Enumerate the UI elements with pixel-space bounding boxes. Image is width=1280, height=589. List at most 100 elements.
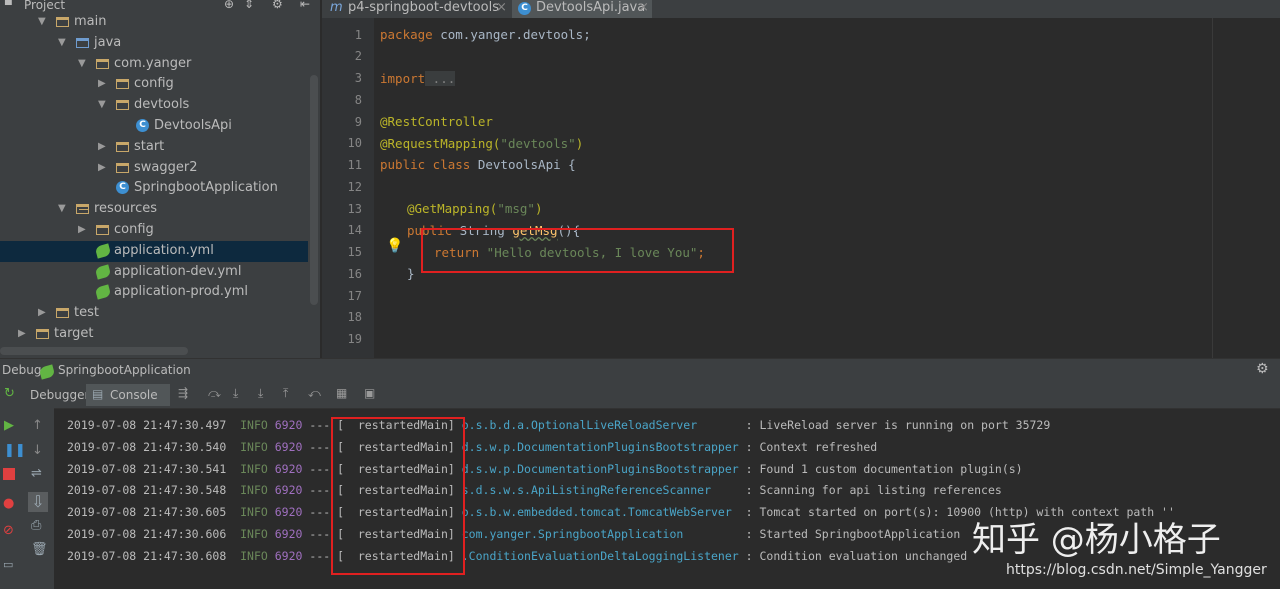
log-separator: --- [309,461,331,476]
folder-icon [96,225,109,235]
hide-icon[interactable]: ⇤ [300,0,310,11]
scroll-to-end-icon[interactable]: ⇩ [28,492,48,512]
log-separator: --- [309,483,331,498]
log-timestamp: 2019-07-08 21:47:30.540 [67,439,227,454]
expand-right-icon[interactable]: ▶ [98,162,106,173]
tree-item-label: start [134,138,165,154]
gear-icon[interactable]: ⚙ [272,0,283,11]
threads-icon[interactable]: ⇶ [178,386,188,400]
expand-right-icon[interactable]: ▶ [38,307,46,318]
mute-breakpoints-icon[interactable]: ⊘ [3,523,14,538]
evaluate-icon[interactable]: ▦ [336,386,347,400]
spring-yml-icon [94,243,112,259]
collapse-icon[interactable]: ⇕ [244,0,254,11]
expand-right-icon[interactable]: ▶ [78,224,86,235]
line-number: 19 [347,332,362,346]
trash-icon[interactable]: 🗑 [31,542,48,557]
log-message: : Started SpringbootApplication [745,527,961,541]
code-line-3: import ... [380,71,456,86]
tree-item[interactable]: application-dev.yml [0,262,308,283]
tab-devtoolsapi-java[interactable]: C DevtoolsApi.java × [512,0,652,18]
up-arrow-icon[interactable]: ↑ [32,418,43,433]
step-out-icon[interactable]: ⤒ [283,386,288,401]
tab-label: p4-springboot-devtools [348,0,499,15]
code-line-10: @RequestMapping("devtools") [380,136,584,151]
view-breakpoints-icon[interactable]: ● [3,496,14,511]
tree-item[interactable]: ▼ main [0,12,308,33]
log-logger: d.s.w.p.DocumentationPluginsBootstrapper [461,461,739,476]
project-vertical-scrollbar[interactable] [310,75,318,305]
force-step-into-icon[interactable]: ⤓ [258,386,263,401]
right-margin-guide [1212,18,1213,358]
code-line-9: @RestController [380,114,493,129]
tree-item-label: target [54,326,94,341]
tree-item-label: main [74,14,107,29]
down-arrow-icon[interactable]: ↓ [32,443,43,458]
highlight-box-thread [331,417,465,575]
expand-down-icon[interactable]: ▼ [38,16,46,27]
step-into-icon[interactable]: ⤓ [233,386,238,401]
tree-item[interactable]: ▼ devtools [0,95,308,116]
stop-icon[interactable] [3,468,15,480]
expand-down-icon[interactable]: ▼ [58,203,66,214]
log-level: INFO [240,548,268,563]
print-icon[interactable]: ⎙ [31,518,41,533]
debug-config-name[interactable]: SpringbootApplication [58,363,191,377]
resume-icon[interactable]: ▶ [4,418,14,433]
tree-item-label: SpringbootApplication [134,180,278,196]
console-line: 2019-07-08 21:47:30.540 INFO 6920 --- [ … [67,440,877,454]
line-number: 11 [347,158,362,172]
tree-item[interactable]: ▶ config [0,220,308,241]
tree-item[interactable]: ▶ test [0,303,308,324]
project-icon: ■ [4,0,13,7]
drop-frame-icon[interactable]: ⤺ [308,386,321,401]
console-line: 2019-07-08 21:47:30.548 INFO 6920 --- [ … [67,483,1002,497]
tree-item[interactable]: ▼ java [0,33,308,54]
lightbulb-icon[interactable]: 💡 [386,238,403,254]
tree-item[interactable]: ▼ com.yanger [0,54,308,75]
close-icon[interactable]: × [638,0,649,16]
folder-icon [116,141,129,152]
expand-right-icon[interactable]: ▶ [98,141,106,152]
target-icon[interactable]: ⊕ [224,0,234,11]
expand-down-icon[interactable]: ▼ [78,58,86,69]
line-number: 14 [347,223,362,237]
tree-item[interactable]: application.yml [0,240,308,262]
expand-right-icon[interactable]: ▶ [98,78,106,89]
spring-yml-icon [94,263,112,280]
project-horizontal-scrollbar[interactable] [0,347,188,355]
step-over-icon[interactable]: ⤼ [208,386,221,401]
close-icon[interactable]: × [496,0,507,16]
expand-down-icon[interactable]: ▼ [98,99,106,110]
log-message: : Found 1 custom documentation plugin(s) [745,461,1023,476]
tree-item[interactable]: application-prod.yml [0,282,308,303]
tab-debugger[interactable]: Debugger [30,388,89,402]
log-separator: --- [309,505,331,520]
editor-gutter: 1 2 3 8 9 10 11 12 13 14 15 16 17 18 19 [322,18,374,358]
tree-item[interactable]: ▶ config [0,74,308,95]
gear-icon[interactable]: ⚙ [1256,361,1269,377]
highlight-box-return [421,228,734,273]
log-separator: --- [309,439,331,454]
log-pid: 6920 [274,439,303,454]
camera-icon[interactable]: ▭ [3,558,13,571]
tree-item[interactable]: C DevtoolsApi [0,116,308,137]
tree-item-label: application-dev.yml [114,263,242,279]
log-timestamp: 2019-07-08 21:47:30.548 [67,483,227,498]
folder-icon [76,37,89,48]
soft-wrap-icon[interactable]: ⇌ [31,466,42,481]
layout-icon[interactable]: ▣ [364,386,375,400]
tab-console-label: Console [110,388,158,402]
pause-icon[interactable]: ❚❚ [4,443,26,458]
tree-item-label: DevtoolsApi [154,118,232,133]
tree-item[interactable]: ▼ resources [0,199,308,220]
expand-right-icon[interactable]: ▶ [18,328,26,339]
tree-item[interactable]: C SpringbootApplication [0,178,308,199]
tree-item[interactable]: ▶ target [0,324,308,345]
expand-down-icon[interactable]: ▼ [58,37,66,48]
rerun-icon[interactable]: ↻ [4,386,15,401]
tab-p4-springboot-devtools[interactable]: m p4-springboot-devtools × [326,0,510,18]
tree-item[interactable]: ▶ swagger2 [0,158,308,179]
tree-item[interactable]: ▶ start [0,137,308,158]
tab-console[interactable]: ▤ Console [86,384,170,406]
